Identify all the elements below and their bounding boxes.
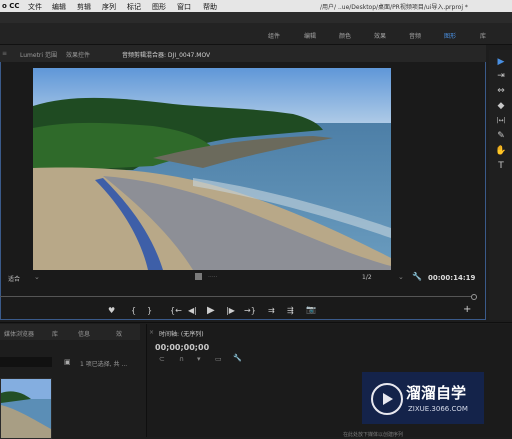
selection-count: 1 项已选择, 共 ... bbox=[80, 361, 128, 368]
selection-tool-icon[interactable]: ▶ bbox=[495, 56, 507, 68]
overwrite-button[interactable]: ⇶ bbox=[287, 306, 294, 316]
tab-audio-clip-mixer[interactable]: 音频剪辑混合器: DJI_0047.MOV bbox=[122, 50, 210, 59]
tab-effects[interactable]: 效 bbox=[116, 329, 122, 338]
project-search-input[interactable] bbox=[0, 357, 52, 367]
playback-resolution-dropdown[interactable]: 1/2 bbox=[362, 274, 372, 281]
menu-sequence[interactable]: 序列 bbox=[102, 2, 116, 12]
menu-bar: o CC 文件 编辑 剪辑 序列 标记 图形 窗口 帮助 /用户/ ..ue/D… bbox=[0, 0, 512, 12]
clip-thumbnail-image bbox=[1, 379, 51, 438]
monitor-control-row: 适合 ⌄ ····· 1/2 ⌄ 🔧 00:00:14:19 bbox=[0, 271, 486, 285]
watermark-logo-icon bbox=[371, 383, 403, 415]
project-tabs: 媒体浏览器 库 信息 效 bbox=[0, 324, 140, 340]
menu-file[interactable]: 文件 bbox=[28, 2, 42, 12]
workspace-audio[interactable]: 音频 bbox=[409, 31, 421, 40]
monitor-time-ruler[interactable] bbox=[0, 286, 486, 300]
ripple-edit-tool-icon[interactable]: ⇔ bbox=[495, 85, 507, 97]
watermark-play-icon bbox=[383, 393, 393, 405]
transport-controls: ♥ { } {← ◀| ▶ |▶ →} ⇉ ⇶ 📷 + bbox=[0, 302, 486, 320]
menu-marker[interactable]: 标记 bbox=[127, 2, 141, 12]
tab-timeline[interactable]: 时间轴: (无序列) bbox=[159, 329, 204, 338]
menu-clip[interactable]: 剪辑 bbox=[77, 2, 91, 12]
button-editor-add-button[interactable]: + bbox=[463, 305, 471, 315]
tab-info[interactable]: 信息 bbox=[78, 329, 90, 338]
linked-selection-icon[interactable]: ∩ bbox=[179, 355, 184, 363]
workspace-graphics[interactable]: 图形 bbox=[444, 31, 456, 40]
pen-tool-icon[interactable]: ✎ bbox=[495, 130, 507, 142]
track-select-tool-icon[interactable]: ⇥ bbox=[495, 70, 507, 82]
workspace-editing[interactable]: 编辑 bbox=[304, 31, 316, 40]
ruler-end-handle[interactable] bbox=[471, 294, 477, 300]
monitor-tabs: ≡ Lumetri 范围 效果控件 音频剪辑混合器: DJI_0047.MOV bbox=[0, 45, 486, 62]
slip-tool-icon[interactable]: |↔| bbox=[495, 115, 507, 127]
step-forward-button[interactable]: |▶ bbox=[226, 306, 235, 316]
play-button[interactable]: ▶ bbox=[207, 306, 215, 316]
tab-media-browser[interactable]: 媒体浏览器 bbox=[4, 329, 34, 338]
current-timecode: 00:00:14:19 bbox=[428, 274, 476, 282]
export-frame-button[interactable]: 📷 bbox=[306, 305, 316, 315]
tab-libraries[interactable]: 库 bbox=[52, 329, 58, 338]
beach-scene-image bbox=[33, 68, 391, 270]
add-marker-button[interactable]: ♥ bbox=[108, 306, 115, 316]
project-path: /用户/ ..ue/Desktop/桌面/PR视频项目/ui导入.prproj … bbox=[320, 4, 468, 11]
razor-tool-icon[interactable]: ◆ bbox=[495, 100, 507, 112]
add-marker-icon[interactable]: ▾ bbox=[197, 355, 201, 363]
timeline-close-icon[interactable]: × bbox=[149, 329, 154, 336]
clip-thumbnail[interactable] bbox=[0, 378, 52, 439]
scrub-indicator: ····· bbox=[208, 274, 218, 281]
captions-icon[interactable]: ▭ bbox=[215, 355, 222, 363]
tab-effect-controls[interactable]: 效果控件 bbox=[66, 50, 90, 59]
chevron-down-icon[interactable]: ⌄ bbox=[34, 273, 40, 281]
go-to-in-button[interactable]: {← bbox=[170, 306, 182, 316]
timeline-timecode[interactable]: 00;00;00;00 bbox=[155, 343, 209, 352]
menu-edit[interactable]: 编辑 bbox=[52, 2, 66, 12]
step-back-button[interactable]: ◀| bbox=[188, 306, 197, 316]
watermark-badge: 溜溜自学 ZIXUE.3066.COM bbox=[362, 372, 484, 424]
mark-out-button[interactable]: } bbox=[147, 306, 152, 316]
go-to-out-button[interactable]: →} bbox=[244, 306, 256, 316]
playhead-marker-icon[interactable] bbox=[195, 273, 202, 280]
menu-graphics[interactable]: 图形 bbox=[152, 2, 166, 12]
timeline-wrench-icon[interactable]: 🔧 bbox=[233, 354, 242, 362]
watermark-url: ZIXUE.3066.COM bbox=[408, 405, 468, 413]
workspace-libraries[interactable]: 库 bbox=[480, 31, 486, 40]
workspace-effects[interactable]: 效果 bbox=[374, 31, 386, 40]
app-name[interactable]: o CC bbox=[2, 2, 20, 10]
folder-icon[interactable]: ▣ bbox=[64, 358, 71, 366]
wrench-icon[interactable]: 🔧 bbox=[412, 272, 422, 281]
menu-help[interactable]: 帮助 bbox=[203, 2, 217, 12]
hand-tool-icon[interactable]: ✋ bbox=[495, 145, 507, 157]
type-tool-icon[interactable]: T bbox=[495, 160, 507, 172]
tools-panel: ▶ ⇥ ⇔ ◆ |↔| ✎ ✋ T bbox=[489, 50, 512, 320]
zoom-fit-dropdown[interactable]: 适合 bbox=[8, 274, 20, 283]
panel-menu-icon[interactable]: ≡ bbox=[2, 50, 7, 57]
title-bar bbox=[0, 12, 512, 23]
resolution-chevron-icon[interactable]: ⌄ bbox=[398, 273, 404, 281]
mark-in-button[interactable]: { bbox=[131, 306, 136, 316]
workspace-bar: 组件 编辑 颜色 效果 音频 图形 库 bbox=[0, 23, 512, 45]
video-frame bbox=[33, 68, 391, 270]
snap-icon[interactable]: ⊂ bbox=[159, 355, 165, 363]
menu-window[interactable]: 窗口 bbox=[177, 2, 191, 12]
workspace-assembly[interactable]: 组件 bbox=[268, 31, 280, 40]
tab-lumetri-scopes[interactable]: Lumetri 范围 bbox=[20, 50, 57, 59]
watermark-title: 溜溜自学 bbox=[406, 384, 467, 402]
insert-button[interactable]: ⇉ bbox=[268, 306, 275, 316]
workspace-color[interactable]: 颜色 bbox=[339, 31, 351, 40]
